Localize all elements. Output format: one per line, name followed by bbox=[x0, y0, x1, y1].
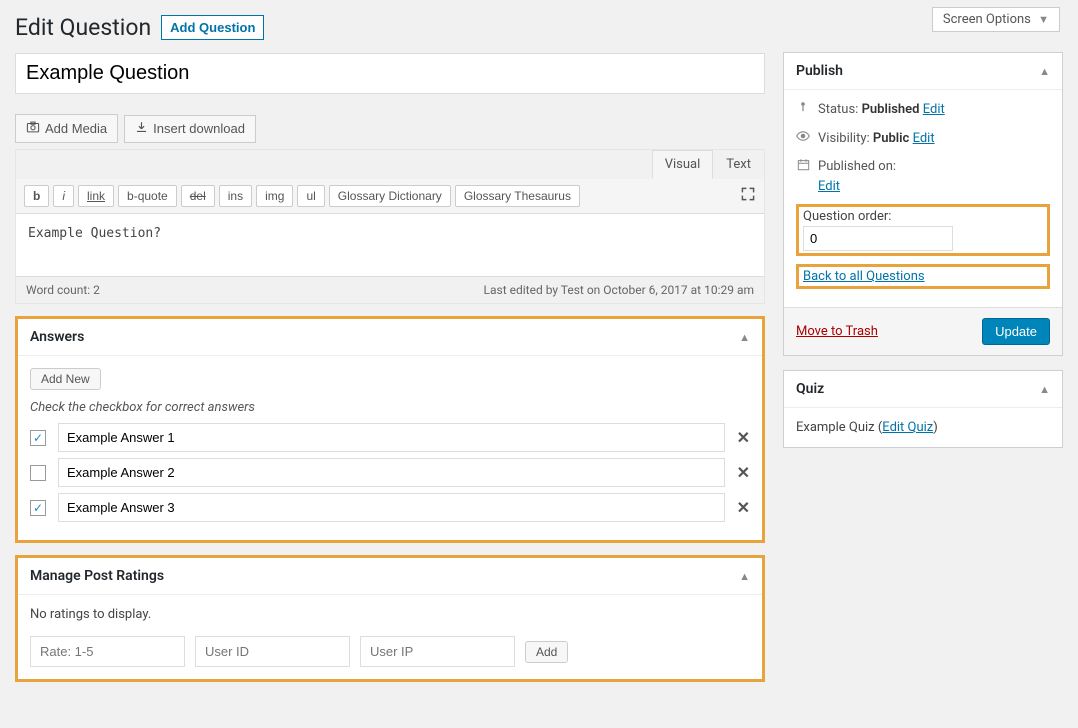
toolbar-glossary-dict-button[interactable]: Glossary Dictionary bbox=[329, 185, 451, 207]
published-on-label: Published on: bbox=[818, 159, 896, 174]
add-media-label: Add Media bbox=[45, 121, 107, 136]
answers-hint: Check the checkbox for correct answers bbox=[30, 400, 750, 415]
quiz-panel: Quiz ▲ Example Quiz (Edit Quiz) bbox=[783, 370, 1063, 448]
insert-download-button[interactable]: Insert download bbox=[124, 115, 256, 143]
ratings-empty-text: No ratings to display. bbox=[30, 607, 750, 622]
visibility-label: Visibility: bbox=[818, 131, 870, 146]
answer-row: ✓ ✕ bbox=[30, 493, 750, 522]
toolbar-bquote-button[interactable]: b-quote bbox=[118, 185, 177, 207]
userip-input[interactable] bbox=[360, 636, 515, 667]
quiz-name: Example Quiz bbox=[796, 420, 875, 435]
toolbar-ins-button[interactable]: ins bbox=[219, 185, 252, 207]
word-count: Word count: 2 bbox=[26, 283, 100, 297]
tab-visual[interactable]: Visual bbox=[652, 150, 714, 179]
camera-icon bbox=[26, 120, 40, 137]
status-value: Published bbox=[862, 102, 920, 117]
add-question-button[interactable]: Add Question bbox=[161, 15, 264, 40]
answer-checkbox[interactable]: ✓ bbox=[30, 430, 46, 446]
toolbar-img-button[interactable]: img bbox=[256, 185, 293, 207]
userid-input[interactable] bbox=[195, 636, 350, 667]
move-to-trash-link[interactable]: Move to Trash bbox=[796, 324, 878, 339]
publish-panel: Publish ▲ Status: Published Edit bbox=[783, 52, 1063, 356]
edit-quiz-link[interactable]: Edit Quiz bbox=[882, 420, 933, 435]
chevron-up-icon[interactable]: ▲ bbox=[739, 331, 750, 344]
publish-panel-title: Publish bbox=[796, 63, 843, 79]
question-order-input[interactable] bbox=[803, 226, 953, 251]
chevron-up-icon[interactable]: ▲ bbox=[1039, 65, 1050, 78]
chevron-down-icon: ▼ bbox=[1038, 13, 1049, 26]
back-to-questions-link[interactable]: Back to all Questions bbox=[803, 269, 925, 284]
update-button[interactable]: Update bbox=[982, 318, 1050, 345]
answer-input[interactable] bbox=[58, 423, 725, 452]
status-label: Status: bbox=[818, 102, 858, 117]
visibility-value: Public bbox=[873, 131, 909, 146]
editor-textarea[interactable]: Example Question? bbox=[16, 214, 764, 276]
add-media-button[interactable]: Add Media bbox=[15, 114, 118, 143]
calendar-icon bbox=[796, 158, 810, 175]
chevron-up-icon[interactable]: ▲ bbox=[739, 570, 750, 583]
answer-checkbox[interactable] bbox=[30, 465, 46, 481]
toolbar-glossary-thes-button[interactable]: Glossary Thesaurus bbox=[455, 185, 580, 207]
fullscreen-icon[interactable] bbox=[740, 186, 756, 206]
edit-date-link[interactable]: Edit bbox=[818, 179, 840, 194]
remove-answer-icon[interactable]: ✕ bbox=[737, 428, 750, 447]
toolbar-del-button[interactable]: del bbox=[181, 185, 215, 207]
remove-answer-icon[interactable]: ✕ bbox=[737, 463, 750, 482]
question-order-label: Question order: bbox=[803, 209, 1043, 224]
tab-text[interactable]: Text bbox=[713, 150, 764, 179]
eye-icon bbox=[796, 130, 810, 146]
download-icon bbox=[135, 121, 148, 137]
answers-panel-title: Answers bbox=[30, 329, 84, 345]
screen-options-label: Screen Options bbox=[943, 12, 1031, 27]
add-answer-button[interactable]: Add New bbox=[30, 368, 101, 390]
answer-input[interactable] bbox=[58, 458, 725, 487]
answer-input[interactable] bbox=[58, 493, 725, 522]
ratings-panel-title: Manage Post Ratings bbox=[30, 568, 164, 584]
last-edited: Last edited by Test on October 6, 2017 a… bbox=[484, 283, 754, 297]
answer-row: ✓ ✕ bbox=[30, 423, 750, 452]
editor-container: Visual Text b i link b-quote del ins img… bbox=[15, 149, 765, 304]
toolbar-link-button[interactable]: link bbox=[78, 185, 114, 207]
edit-visibility-link[interactable]: Edit bbox=[913, 131, 935, 146]
page-title: Edit Question bbox=[15, 14, 151, 41]
pin-icon bbox=[796, 100, 810, 118]
question-title-input[interactable] bbox=[15, 53, 765, 94]
remove-answer-icon[interactable]: ✕ bbox=[737, 498, 750, 517]
answer-checkbox[interactable]: ✓ bbox=[30, 500, 46, 516]
toolbar-bold-button[interactable]: b bbox=[24, 185, 49, 207]
rate-input[interactable] bbox=[30, 636, 185, 667]
toolbar-ul-button[interactable]: ul bbox=[297, 185, 324, 207]
edit-status-link[interactable]: Edit bbox=[923, 102, 945, 117]
screen-options-button[interactable]: Screen Options ▼ bbox=[932, 7, 1060, 32]
add-rating-button[interactable]: Add bbox=[525, 641, 568, 663]
chevron-up-icon[interactable]: ▲ bbox=[1039, 383, 1050, 396]
insert-download-label: Insert download bbox=[153, 121, 245, 136]
answer-row: ✕ bbox=[30, 458, 750, 487]
toolbar-italic-button[interactable]: i bbox=[53, 185, 74, 207]
quiz-panel-title: Quiz bbox=[796, 381, 824, 397]
